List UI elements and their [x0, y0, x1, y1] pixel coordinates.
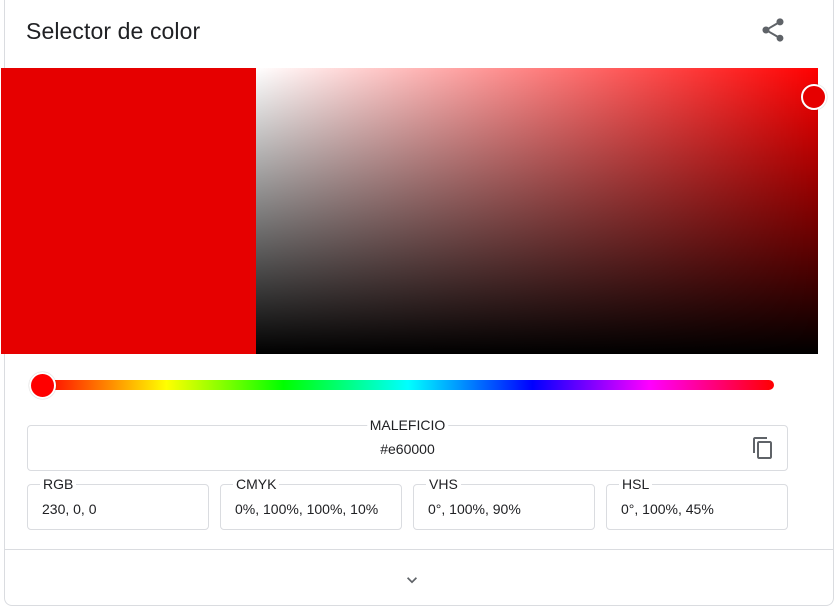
hue-slider-handle[interactable] — [29, 372, 56, 399]
expand-button[interactable] — [402, 570, 422, 590]
hsl-field[interactable]: HSL — [606, 476, 788, 530]
hue-slider[interactable] — [42, 380, 774, 390]
card-header: Selector de color — [5, 0, 833, 68]
footer-divider — [5, 549, 833, 550]
cmyk-input[interactable] — [235, 501, 387, 517]
card-title: Selector de color — [26, 18, 201, 44]
hsl-label: HSL — [619, 476, 653, 492]
vhs-field[interactable]: VHS — [413, 476, 595, 530]
copy-icon — [753, 437, 772, 459]
hex-field[interactable]: MALEFICIO — [27, 417, 788, 471]
saturation-value-area[interactable] — [256, 68, 818, 354]
chevron-down-icon — [407, 577, 417, 584]
saturation-value-handle[interactable] — [801, 84, 827, 110]
rgb-field[interactable]: RGB — [27, 476, 209, 530]
cmyk-field[interactable]: CMYK — [220, 476, 402, 530]
cmyk-label: CMYK — [233, 476, 280, 492]
share-icon — [762, 18, 784, 42]
hex-input[interactable] — [28, 441, 787, 457]
rgb-label: RGB — [40, 476, 77, 492]
rgb-input[interactable] — [42, 501, 194, 517]
vhs-label: VHS — [426, 476, 461, 492]
selected-color-preview — [1, 68, 256, 354]
hsl-input[interactable] — [621, 501, 773, 517]
copy-button[interactable] — [751, 436, 775, 460]
hex-label: MALEFICIO — [366, 417, 449, 433]
vhs-input[interactable] — [428, 501, 580, 517]
share-button[interactable] — [759, 16, 787, 44]
